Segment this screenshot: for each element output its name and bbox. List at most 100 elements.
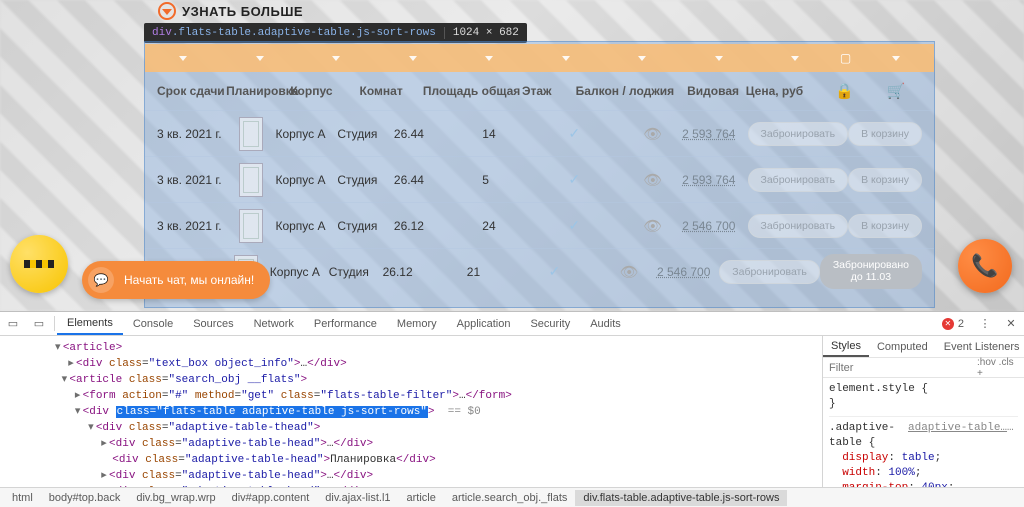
col-lock: 🔒 [819, 82, 870, 100]
cell-korp: Корпус А [270, 265, 329, 279]
cell-area: 26.12 [383, 265, 467, 279]
styles-sidebar: StylesComputedEvent Listeners» :hov .cls… [822, 336, 1024, 487]
breadcrumb-item[interactable]: article.search_obj._flats [444, 490, 576, 506]
cell-view[interactable]: 👁 [624, 217, 682, 235]
add-to-cart-button[interactable]: В корзину [848, 214, 922, 238]
cell-rooms: Студия [337, 173, 394, 187]
col-floor[interactable]: Этаж [522, 82, 570, 100]
inspector-dimension-tooltip: div.flats-table.adaptive-table.js-sort-r… [144, 23, 527, 43]
cell-view[interactable]: 👁 [624, 171, 682, 189]
flats-table: ▢ Срок сдачи Планировка Корпус Комнат Пл… [145, 44, 934, 294]
cell-price[interactable]: 2 593 764 [682, 127, 747, 141]
col-price[interactable]: Цена, руб [746, 82, 819, 100]
eye-icon: 👁 [643, 125, 662, 143]
col-rooms[interactable]: Комнат [360, 82, 423, 100]
cell-plan[interactable] [226, 163, 276, 197]
dom-breadcrumbs[interactable]: htmlbody#top.backdiv.bg_wrap.wrpdiv#app.… [0, 487, 1024, 507]
book-button[interactable]: Забронировать [748, 122, 849, 146]
breadcrumb-item[interactable]: html [4, 490, 41, 506]
cell-korp: Корпус А [275, 219, 337, 233]
chat-widget-button[interactable]: 💬 Начать чат, мы онлайн! [82, 261, 270, 299]
devtools-tab-network[interactable]: Network [244, 312, 304, 335]
devtools-tab-elements[interactable]: Elements [57, 312, 123, 335]
cart-icon: 🛒 [887, 82, 906, 100]
col-balcony[interactable]: Балкон / лоджия [569, 82, 680, 100]
cell-view[interactable]: 👁 [601, 263, 657, 281]
table-row[interactable]: 3 кв. 2021 г.Корпус АСтудия26.1224✓👁2 54… [145, 202, 934, 248]
lock-icon: 🔒 [835, 82, 854, 100]
styles-filter-input[interactable] [829, 362, 971, 374]
book-button[interactable]: Забронировать [719, 260, 820, 284]
dom-tree[interactable]: ▾<article> ▸<div class="text_box object_… [0, 336, 822, 487]
sidebar-tab-styles[interactable]: Styles [823, 336, 869, 357]
cell-korp: Корпус А [275, 173, 337, 187]
inspect-element-button[interactable]: ▭ [0, 312, 26, 335]
breadcrumb-item[interactable]: div.ajax-list.l1 [317, 490, 398, 506]
cell-balcony: ✓ [507, 263, 601, 280]
devtools-close-button[interactable]: ✕ [998, 312, 1024, 335]
devtools-tab-console[interactable]: Console [123, 312, 183, 335]
add-to-cart-button[interactable]: В корзину [848, 168, 922, 192]
devtools-tab-security[interactable]: Security [520, 312, 580, 335]
eye-icon: 👁 [643, 217, 662, 235]
cell-floor: 24 [482, 219, 524, 233]
dom-selected-node[interactable]: ▾<div class="flats-table adaptive-table … [0, 404, 822, 420]
table-row[interactable]: 3 кв. 2021 г.Корпус АСтудия26.445✓👁2 593… [145, 156, 934, 202]
device-toolbar-button[interactable]: ▭ [26, 312, 52, 335]
breadcrumb-item[interactable]: body#top.back [41, 490, 129, 506]
cell-view[interactable]: 👁 [624, 125, 682, 143]
error-counter[interactable]: ✕2 [934, 312, 972, 335]
table-filter-row[interactable]: ▢ [145, 44, 934, 72]
col-date[interactable]: Срок сдачи [157, 82, 234, 100]
sidebar-tab-computed[interactable]: Computed [869, 336, 936, 357]
check-icon: ✓ [568, 217, 580, 234]
table-row[interactable]: 3 кв. 2021 г.Корпус АСтудия26.4414✓👁2 59… [145, 110, 934, 156]
check-icon: ✓ [568, 171, 580, 188]
styles-rules[interactable]: element.style { } adaptive-table…4998529… [823, 378, 1024, 487]
cell-rooms: Студия [337, 127, 394, 141]
cell-plan[interactable] [226, 209, 276, 243]
devtools-tab-memory[interactable]: Memory [387, 312, 447, 335]
know-more-label: УЗНАТЬ БОЛЬШЕ [182, 4, 303, 19]
devtools-tab-sources[interactable]: Sources [183, 312, 243, 335]
add-to-cart-button[interactable]: В корзину [848, 122, 922, 146]
col-cart: 🛒 [871, 82, 922, 100]
devtools-tab-audits[interactable]: Audits [580, 312, 631, 335]
col-plan[interactable]: Планировка [234, 82, 290, 100]
devtools-settings-button[interactable]: ⋮ [972, 312, 998, 335]
taxi-widget-button[interactable] [10, 235, 68, 293]
cell-floor: 14 [482, 127, 524, 141]
cell-plan[interactable] [226, 117, 276, 151]
book-button[interactable]: Забронировать [748, 214, 849, 238]
stylesheet-link[interactable]: adaptive-table…499852969814:… [908, 421, 1018, 436]
book-button[interactable]: Забронировать [748, 168, 849, 192]
cell-area: 26.44 [394, 127, 482, 141]
devtools-tab-application[interactable]: Application [447, 312, 521, 335]
devtools-tab-performance[interactable]: Performance [304, 312, 387, 335]
floorplan-thumb-icon [239, 163, 263, 197]
know-more-link[interactable]: УЗНАТЬ БОЛЬШЕ [158, 2, 303, 20]
col-korp[interactable]: Корпус [290, 82, 359, 100]
chat-icon: 💬 [88, 267, 114, 293]
cell-floor: 5 [482, 173, 524, 187]
breadcrumb-item[interactable]: div.bg_wrap.wrp [128, 490, 223, 506]
cell-price[interactable]: 2 593 764 [682, 173, 747, 187]
cell-price[interactable]: 2 546 700 [682, 219, 747, 233]
breadcrumb-item[interactable]: div#app.content [224, 490, 318, 506]
col-view[interactable]: Видовая [680, 82, 745, 100]
cell-date: 3 кв. 2021 г. [157, 127, 226, 141]
breadcrumb-item[interactable]: div.flats-table.adaptive-table.js-sort-r… [575, 490, 787, 506]
breadcrumb-item[interactable]: article [399, 490, 444, 506]
eye-icon: 👁 [620, 263, 639, 281]
devtools-toolbar: ▭ ▭ ElementsConsoleSourcesNetworkPerform… [0, 312, 1024, 336]
cell-area: 26.12 [394, 219, 482, 233]
styles-filter-toggles[interactable]: :hov .cls + [977, 357, 1018, 379]
devtools-panel: ▭ ▭ ElementsConsoleSourcesNetworkPerform… [0, 311, 1024, 507]
col-area[interactable]: Площадь общая [423, 82, 522, 100]
cell-date: 3 кв. 2021 г. [157, 173, 226, 187]
cell-price[interactable]: 2 546 700 [657, 265, 719, 279]
cell-balcony: ✓ [525, 125, 624, 142]
call-widget-button[interactable]: 📞 [958, 239, 1012, 293]
floorplan-thumb-icon [239, 117, 263, 151]
sidebar-tab-event-listeners[interactable]: Event Listeners [936, 336, 1024, 357]
